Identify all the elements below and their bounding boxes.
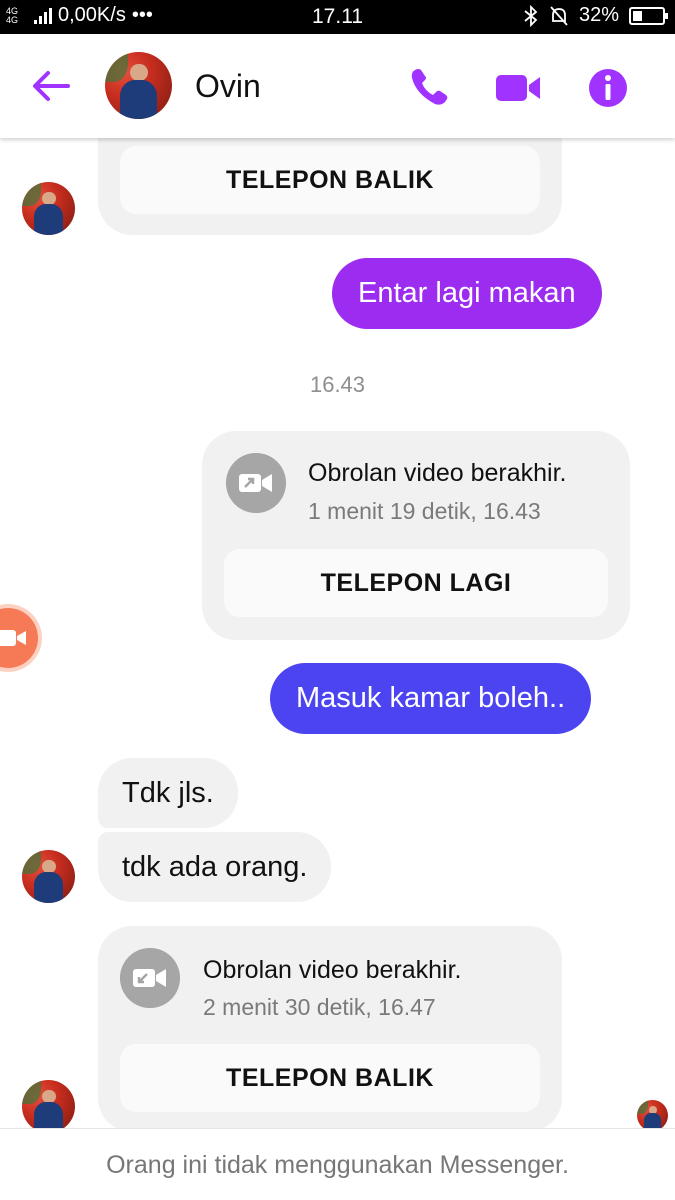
call-back-button[interactable]: TELEPON BALIK — [120, 146, 540, 214]
call-card-title: Obrolan video berakhir. — [203, 956, 462, 984]
video-call-incoming-icon — [120, 948, 180, 1008]
call-card-duration: 2 menit 30 detik, 16.47 — [203, 994, 436, 1020]
sender-avatar — [22, 850, 75, 903]
floating-video-bubble[interactable] — [0, 608, 38, 668]
timestamp: 16.43 — [309, 372, 366, 397]
not-on-messenger-notice: Orang ini tidak menggunakan Messenger. — [106, 1151, 569, 1179]
info-icon[interactable] — [584, 64, 632, 112]
messenger-notice-bar: Orang ini tidak menggunakan Messenger. — [0, 1128, 675, 1200]
message-thread[interactable]: TELEPON BALIK Entar lagi makan 16.43 Obr… — [0, 138, 675, 1128]
video-call-ended-card: Obrolan video berakhir. 2 menit 30 detik… — [98, 926, 562, 1128]
outgoing-message[interactable]: Entar lagi makan — [332, 258, 602, 329]
call-card-duration: 1 menit 19 detik, 16.43 — [308, 498, 541, 524]
seen-receipt-avatar — [637, 1100, 668, 1128]
phone-call-icon[interactable] — [405, 64, 453, 112]
back-arrow-icon[interactable] — [28, 64, 76, 108]
video-camera-icon — [0, 630, 26, 646]
status-bar: 4G 4G 0,00K/s ••• 17.11 32% — [0, 0, 675, 34]
call-again-button[interactable]: TELEPON LAGI — [224, 549, 608, 617]
conversation-header: Ovin — [0, 34, 675, 138]
call-card-title: Obrolan video berakhir. — [308, 459, 567, 487]
contact-name[interactable]: Ovin — [195, 68, 261, 105]
video-call-icon[interactable] — [494, 64, 542, 112]
sender-avatar — [22, 182, 75, 235]
incoming-message[interactable]: tdk ada orang. — [98, 832, 332, 902]
outgoing-message[interactable]: Masuk kamar boleh.. — [270, 663, 592, 734]
mute-bell-icon — [550, 5, 568, 26]
bluetooth-icon — [524, 4, 538, 27]
sender-avatar — [22, 1080, 75, 1128]
battery-icon — [629, 6, 668, 25]
call-card-partial: TELEPON BALIK — [98, 138, 562, 235]
call-back-button[interactable]: TELEPON BALIK — [120, 1044, 540, 1112]
video-call-ended-card: Obrolan video berakhir. 1 menit 19 detik… — [202, 431, 630, 640]
incoming-message[interactable]: Tdk jls. — [98, 758, 238, 828]
battery-percent: 32% — [578, 4, 619, 26]
contact-avatar[interactable] — [105, 52, 172, 119]
video-call-outgoing-icon — [226, 453, 286, 513]
